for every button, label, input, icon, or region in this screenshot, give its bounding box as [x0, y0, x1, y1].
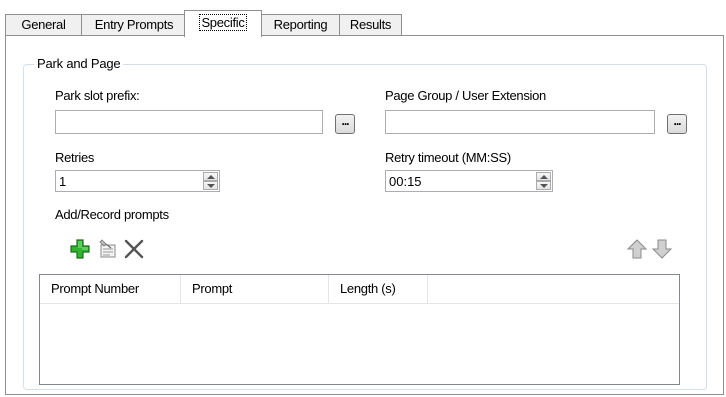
retries-decrement-button[interactable]	[203, 181, 218, 190]
add-icon[interactable]	[69, 238, 91, 260]
page-group-browse-button[interactable]: ...	[667, 114, 687, 134]
column-header-prompt-number[interactable]: Prompt Number	[40, 275, 181, 303]
retry-timeout-increment-button[interactable]	[536, 172, 551, 181]
tab-reporting[interactable]: Reporting	[261, 14, 340, 35]
page-group-label: Page Group / User Extension	[385, 88, 546, 103]
spin-down-icon	[540, 184, 548, 188]
retries-increment-button[interactable]	[203, 172, 218, 181]
park-slot-prefix-browse-button[interactable]: ...	[335, 114, 355, 134]
prompts-list-header: Prompt Number Prompt Length (s)	[40, 275, 679, 304]
spin-up-icon	[540, 175, 548, 179]
retry-timeout-decrement-button[interactable]	[536, 181, 551, 190]
tab-panel-specific: Park and Page Park slot prefix: ... Page…	[5, 35, 724, 395]
retry-timeout-spinbox[interactable]: 00:15	[385, 170, 553, 192]
edit-prompt-icon[interactable]	[97, 238, 119, 260]
move-up-icon[interactable]	[626, 238, 648, 260]
retries-value: 1	[59, 174, 67, 189]
park-slot-prefix-input[interactable]	[55, 110, 323, 134]
tab-general[interactable]: General	[5, 14, 82, 35]
delete-icon[interactable]	[123, 238, 145, 260]
tab-specific[interactable]: Specific	[184, 10, 262, 37]
move-down-icon[interactable]	[651, 238, 673, 260]
tab-results[interactable]: Results	[339, 14, 402, 35]
park-slot-prefix-label: Park slot prefix:	[55, 88, 140, 103]
group-title: Park and Page	[34, 56, 124, 71]
retry-timeout-label: Retry timeout (MM:SS)	[385, 150, 511, 165]
column-header-prompt[interactable]: Prompt	[181, 275, 329, 303]
retries-label: Retries	[55, 150, 95, 165]
column-header-length[interactable]: Length (s)	[329, 275, 428, 303]
spin-down-icon	[207, 184, 215, 188]
retries-spinbox[interactable]: 1	[55, 170, 220, 192]
spin-up-icon	[207, 175, 215, 179]
page-group-input[interactable]	[385, 110, 655, 134]
retry-timeout-value: 00:15	[389, 174, 422, 189]
tab-entry-prompts[interactable]: Entry Prompts	[81, 14, 187, 35]
prompts-list[interactable]: Prompt Number Prompt Length (s)	[39, 274, 680, 385]
add-record-prompts-label: Add/Record prompts	[55, 207, 169, 222]
